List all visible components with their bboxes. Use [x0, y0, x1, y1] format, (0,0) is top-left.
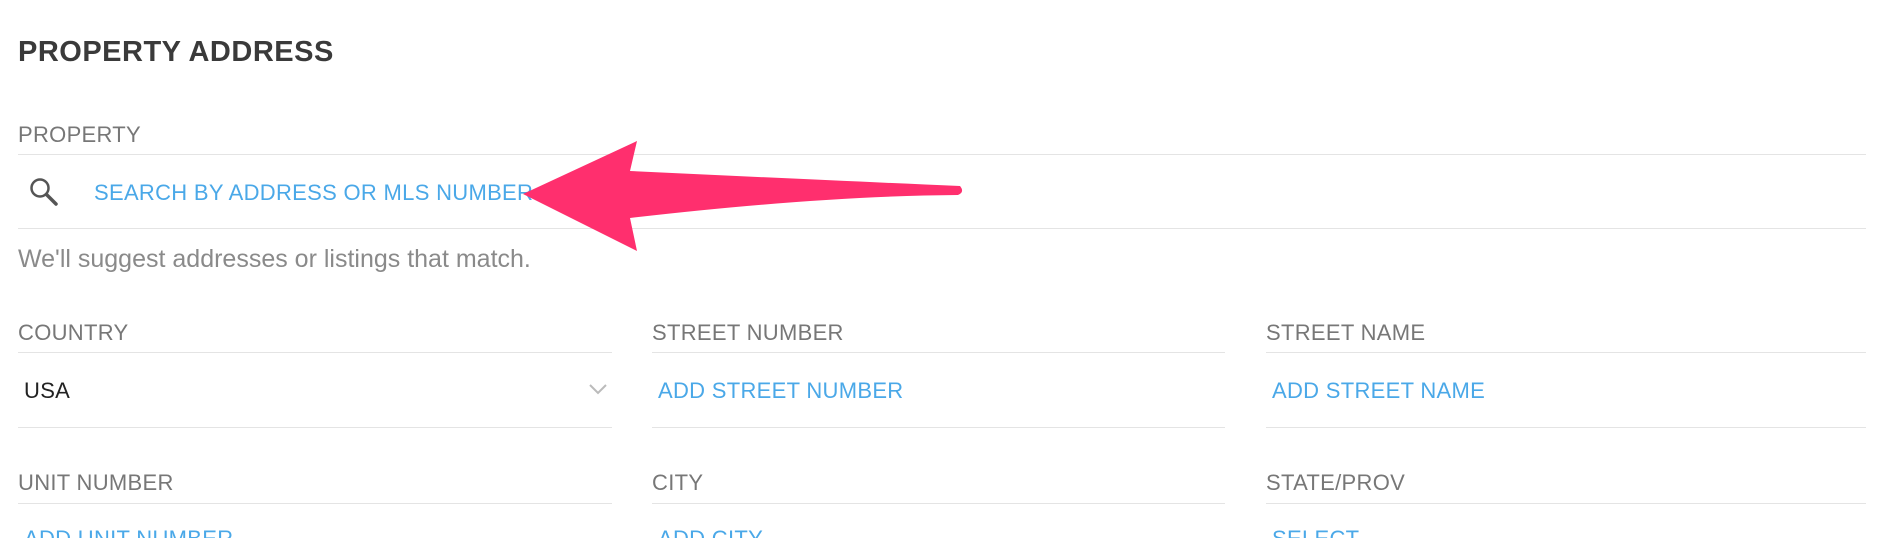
street-name-label: STREET NAME: [1266, 320, 1426, 345]
property-helper-text: We'll suggest addresses or listings that…: [18, 245, 531, 273]
search-icon: [30, 178, 58, 206]
property-label: PROPERTY: [18, 122, 142, 147]
unit-number-label: UNIT NUMBER: [18, 470, 174, 495]
divider: [18, 503, 612, 504]
divider: [1266, 503, 1866, 504]
property-search-placeholder[interactable]: SEARCH BY ADDRESS OR MLS NUMBER: [94, 180, 533, 206]
section-title: PROPERTY ADDRESS: [18, 36, 334, 68]
street-name-placeholder[interactable]: ADD STREET NAME: [1272, 378, 1485, 404]
property-address-form: PROPERTY ADDRESS PROPERTY SEARCH BY ADDR…: [0, 0, 1882, 538]
city-label: CITY: [652, 470, 704, 495]
country-select[interactable]: [18, 353, 612, 427]
divider: [652, 427, 1225, 428]
street-number-label: STREET NUMBER: [652, 320, 844, 345]
divider: [652, 503, 1225, 504]
street-number-placeholder[interactable]: ADD STREET NUMBER: [658, 378, 904, 404]
state-prov-select[interactable]: SELECT: [1272, 526, 1359, 538]
unit-number-placeholder[interactable]: ADD UNIT NUMBER: [24, 526, 233, 538]
country-value[interactable]: USA: [24, 378, 70, 404]
divider: [18, 427, 612, 428]
chevron-down-icon[interactable]: [588, 382, 608, 396]
arrow-annotation: [523, 141, 963, 251]
city-placeholder[interactable]: ADD CITY: [658, 526, 763, 538]
state-prov-label: STATE/PROV: [1266, 470, 1406, 495]
divider: [1266, 427, 1866, 428]
country-label: COUNTRY: [18, 320, 129, 345]
